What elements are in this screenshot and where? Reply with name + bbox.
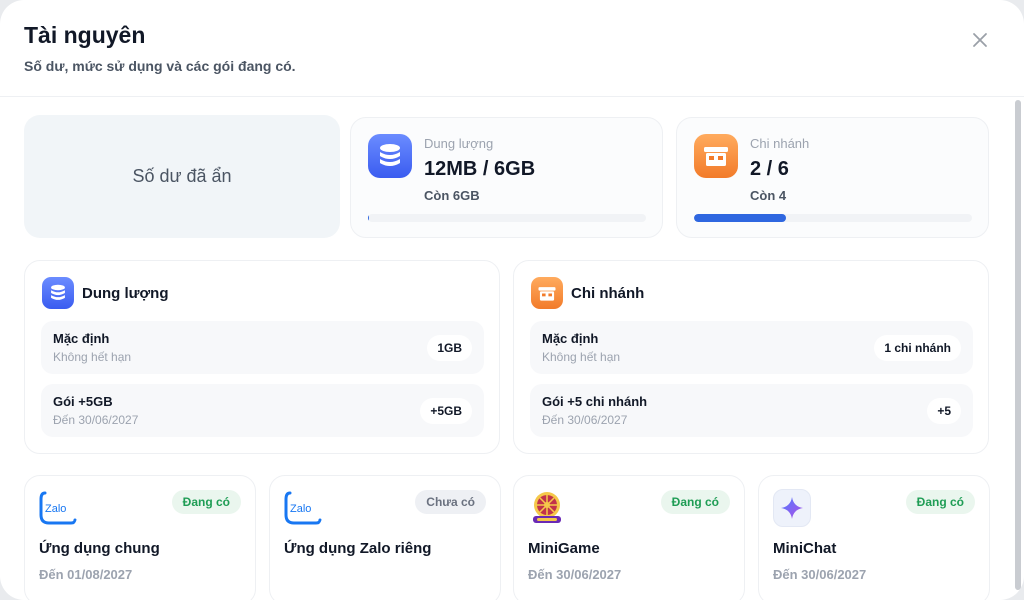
service-card-general-app[interactable]: Zalo Đang có Ứng dụng chung Đến 01/08/20… bbox=[24, 475, 256, 600]
branch-progress-bar bbox=[694, 214, 972, 222]
status-badge: Chưa có bbox=[415, 490, 486, 514]
zalo-logo-icon: Zalo bbox=[39, 489, 77, 527]
service-name: MiniChat bbox=[773, 540, 837, 557]
hidden-balance-label: Số dư đã ẩn bbox=[132, 166, 232, 186]
row-name: Mặc định bbox=[53, 331, 110, 346]
close-icon bbox=[973, 33, 987, 47]
branch-detail-title: Chi nhánh bbox=[571, 285, 645, 302]
storage-stat-value: 12MB / 6GB bbox=[424, 158, 536, 180]
row-subtext: Không hết hạn bbox=[542, 350, 621, 364]
zalo-logo-text: Zalo bbox=[290, 503, 311, 515]
page-subtitle: Số dư, mức sử dụng và các gói đang có. bbox=[24, 58, 296, 74]
service-name: Ứng dụng chung bbox=[39, 540, 160, 557]
service-card-zalo-private-app[interactable]: Zalo Chưa có Ứng dụng Zalo riêng bbox=[269, 475, 501, 600]
database-icon bbox=[368, 134, 412, 178]
zalo-logo-text: Zalo bbox=[45, 503, 66, 515]
database-icon bbox=[42, 277, 74, 309]
status-badge: Đang có bbox=[905, 490, 975, 514]
storage-detail-title: Dung lượng bbox=[82, 285, 169, 302]
service-card-minichat[interactable]: Đang có MiniChat Đến 30/06/2027 bbox=[758, 475, 990, 600]
branch-stat-label: Chi nhánh bbox=[750, 136, 810, 151]
storage-detail-card: Dung lượng Mặc định Không hết hạn 1GB Gó… bbox=[24, 260, 500, 454]
list-item: Mặc định Không hết hạn 1GB bbox=[41, 321, 484, 374]
row-subtext: Đến 30/06/2027 bbox=[53, 413, 139, 427]
branch-stat-card: Chi nhánh 2 / 6 Còn 4 bbox=[676, 117, 989, 238]
storage-progress-bar bbox=[368, 214, 646, 222]
hidden-balance-card[interactable]: Số dư đã ẩn bbox=[24, 115, 340, 238]
branch-detail-card: Chi nhánh Mặc định Không hết hạn 1 chi n… bbox=[513, 260, 989, 454]
list-item: Mặc định Không hết hạn 1 chi nhánh bbox=[530, 321, 973, 374]
row-subtext: Đến 30/06/2027 bbox=[542, 413, 628, 427]
storage-stat-card: Dung lượng 12MB / 6GB Còn 6GB bbox=[350, 117, 663, 238]
service-name: MiniGame bbox=[528, 540, 600, 557]
page-title: Tài nguyên bbox=[24, 22, 146, 48]
branch-progress-fill bbox=[694, 214, 786, 222]
close-button[interactable] bbox=[964, 24, 996, 56]
row-badge: 1 chi nhánh bbox=[874, 335, 961, 361]
scrollbar[interactable] bbox=[1015, 100, 1021, 590]
service-expiry: Đến 01/08/2027 bbox=[39, 567, 133, 582]
row-badge: 1GB bbox=[427, 335, 472, 361]
storage-stat-remaining: Còn 6GB bbox=[424, 188, 480, 203]
status-badge: Đang có bbox=[171, 490, 241, 514]
storage-progress-fill bbox=[368, 214, 369, 222]
row-badge: +5 bbox=[927, 398, 961, 424]
modal-header: Tài nguyên Số dư, mức sử dụng và các gói… bbox=[0, 0, 1024, 97]
row-name: Gói +5GB bbox=[53, 394, 113, 409]
row-name: Gói +5 chi nhánh bbox=[542, 394, 648, 409]
storefront-icon bbox=[694, 134, 738, 178]
row-subtext: Không hết hạn bbox=[53, 350, 132, 364]
row-name: Mặc định bbox=[542, 331, 599, 346]
storefront-icon bbox=[531, 277, 563, 309]
status-badge: Đang có bbox=[660, 490, 730, 514]
branch-stat-remaining: Còn 4 bbox=[750, 188, 787, 203]
resources-modal: Tài nguyên Số dư, mức sử dụng và các gói… bbox=[0, 0, 1024, 600]
service-expiry: Đến 30/06/2027 bbox=[773, 567, 867, 582]
prize-wheel-icon bbox=[528, 489, 566, 527]
zalo-logo-icon: Zalo bbox=[284, 489, 322, 527]
list-item: Gói +5GB Đến 30/06/2027 +5GB bbox=[41, 384, 484, 437]
row-badge: +5GB bbox=[420, 398, 472, 424]
list-item: Gói +5 chi nhánh Đến 30/06/2027 +5 bbox=[530, 384, 973, 437]
service-name: Ứng dụng Zalo riêng bbox=[284, 540, 432, 557]
branch-stat-value: 2 / 6 bbox=[750, 158, 789, 180]
service-card-minigame[interactable]: Đang có MiniGame Đến 30/06/2027 bbox=[513, 475, 745, 600]
service-expiry: Đến 30/06/2027 bbox=[528, 567, 622, 582]
sparkle-icon bbox=[773, 489, 811, 527]
storage-stat-label: Dung lượng bbox=[424, 136, 494, 151]
